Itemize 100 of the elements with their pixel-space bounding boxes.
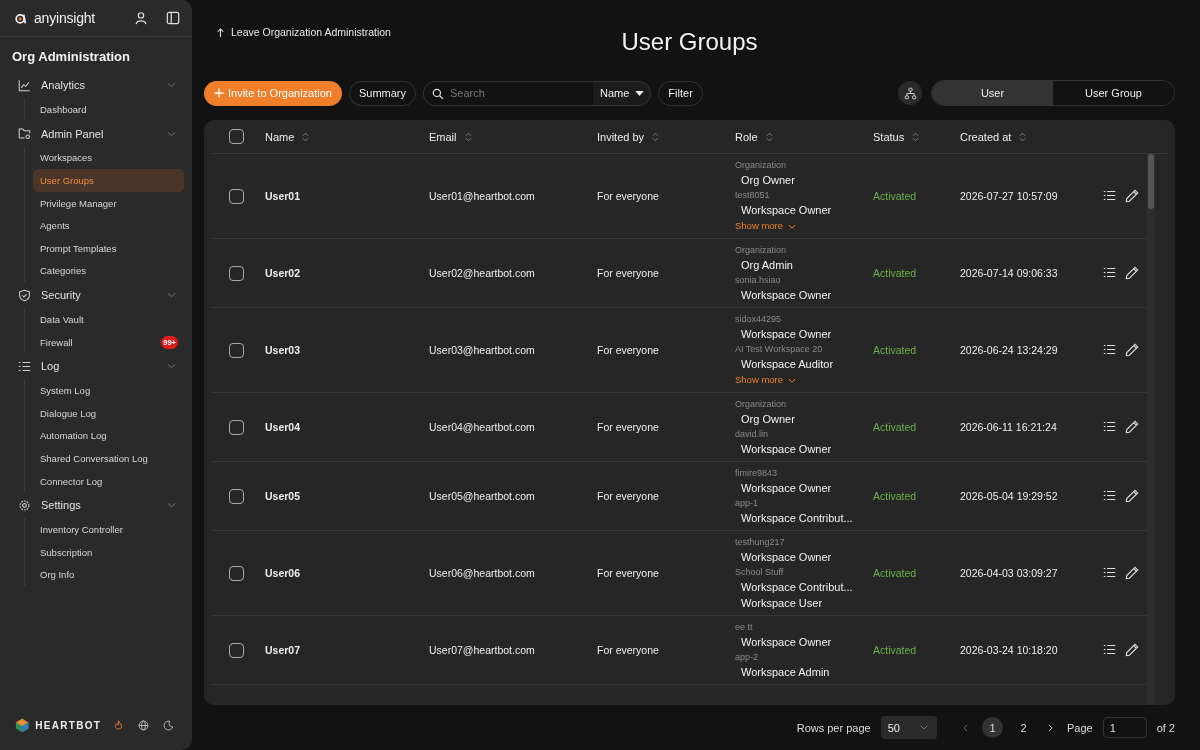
previous-page-icon[interactable] <box>962 723 968 732</box>
edit-icon[interactable] <box>1125 343 1139 357</box>
next-page-icon[interactable] <box>1047 723 1053 732</box>
sort-icon[interactable] <box>652 131 660 142</box>
details-list-icon[interactable] <box>1103 189 1116 202</box>
table-cell: User06@heartbot.com <box>429 567 535 579</box>
nav-item[interactable]: Workspaces <box>33 146 184 170</box>
edit-icon[interactable] <box>1125 420 1139 434</box>
status-text: Activated <box>873 267 917 279</box>
table-cell: 2026-04-03 03:09:27 <box>960 567 1058 579</box>
column-header[interactable]: Name <box>265 130 295 143</box>
nav-section[interactable]: Security <box>0 282 192 309</box>
role-name: Workspace Contribut... <box>740 580 853 595</box>
row-checkbox[interactable] <box>228 265 244 281</box>
sort-icon[interactable] <box>1019 131 1027 142</box>
show-more-link[interactable]: Show more <box>735 372 797 388</box>
sort-icon[interactable] <box>302 131 310 142</box>
role-name: Org Admin <box>740 258 793 273</box>
row-checkbox[interactable] <box>228 488 244 504</box>
sort-icon[interactable] <box>765 131 773 142</box>
nav-item[interactable]: Org Info <box>33 563 184 587</box>
row-checkbox[interactable] <box>228 342 244 358</box>
nav-item[interactable]: Data Vault <box>33 308 184 331</box>
nav-section[interactable]: Settings <box>0 492 192 519</box>
column-header[interactable]: Invited by <box>597 130 645 143</box>
nav-item[interactable]: System Log <box>33 379 184 402</box>
details-list-icon[interactable] <box>1103 489 1116 502</box>
nav-item[interactable]: User Groups <box>33 169 184 192</box>
nav-item[interactable]: Prompt Templates <box>33 236 184 260</box>
table-cell: User07 <box>265 644 301 656</box>
status-text: Activated <box>873 421 917 433</box>
user-icon[interactable] <box>134 11 148 25</box>
edit-icon[interactable] <box>1125 266 1139 280</box>
details-list-icon[interactable] <box>1103 343 1116 356</box>
nav-item[interactable]: Inventory Controller <box>33 518 184 541</box>
logo-icon <box>14 11 28 25</box>
page-input[interactable]: 1 <box>1102 717 1147 738</box>
table-cell: User02@heartbot.com <box>429 267 535 279</box>
sort-icon[interactable] <box>464 131 472 142</box>
nav-item[interactable]: Shared Conversation Log <box>33 447 184 470</box>
view-tab[interactable]: User <box>932 81 1053 105</box>
nav-item[interactable]: Subscription <box>33 540 184 564</box>
row-checkbox[interactable] <box>228 642 244 658</box>
row-checkbox[interactable] <box>228 419 244 435</box>
globe-icon[interactable] <box>138 719 150 732</box>
page-button[interactable]: 1 <box>981 717 1003 738</box>
status-text: Activated <box>873 567 917 579</box>
hierarchy-button[interactable] <box>898 81 922 105</box>
row-checkbox[interactable] <box>228 188 244 204</box>
role-scope: ee tt <box>735 621 753 634</box>
role-scope: Organization <box>735 398 787 411</box>
details-list-icon[interactable] <box>1103 643 1116 656</box>
table-cell: For everyone <box>597 190 659 202</box>
column-header[interactable]: Email <box>429 130 457 143</box>
edit-icon[interactable] <box>1125 566 1139 580</box>
role-scope: AI Test Workspace 20 <box>735 343 823 356</box>
table-cell: For everyone <box>597 490 659 502</box>
nav-item[interactable]: Dialogue Log <box>33 401 184 425</box>
edit-icon[interactable] <box>1125 489 1139 503</box>
details-list-icon[interactable] <box>1103 566 1116 579</box>
nav-item[interactable]: Categories <box>33 259 184 283</box>
nav-item[interactable]: Automation Log <box>33 424 184 448</box>
role-scope: app-2 <box>735 651 759 664</box>
row-checkbox[interactable] <box>228 565 244 581</box>
table-cell: For everyone <box>597 421 659 433</box>
back-link[interactable]: Leave Organization Administration <box>216 26 391 38</box>
edit-icon[interactable] <box>1125 189 1139 203</box>
filter-button[interactable]: Filter <box>658 80 703 106</box>
moon-icon[interactable] <box>163 719 174 732</box>
nav-section[interactable]: Admin Panel <box>0 120 192 147</box>
sort-icon[interactable] <box>912 131 920 142</box>
scrollbar[interactable] <box>1147 154 1155 705</box>
nav-section[interactable]: Log <box>0 353 192 380</box>
nav-item[interactable]: Dashboard <box>33 98 184 121</box>
role-scope: test8051 <box>735 189 770 202</box>
table-cell: For everyone <box>597 567 659 579</box>
details-list-icon[interactable] <box>1103 266 1116 279</box>
page-button[interactable]: 2 <box>1012 717 1034 738</box>
rows-per-page-dropdown[interactable]: 50 <box>880 716 937 739</box>
brand-name: anyinsight <box>34 10 96 26</box>
summary-button[interactable]: Summary <box>348 80 416 106</box>
column-header[interactable]: Role <box>735 130 758 143</box>
sidebar-toggle-icon[interactable] <box>166 11 180 25</box>
edit-icon[interactable] <box>1125 643 1139 657</box>
nav-item[interactable]: Connector Log <box>33 469 184 493</box>
select-all-checkbox[interactable] <box>228 129 244 144</box>
role-name: Workspace Owner <box>740 327 832 342</box>
nav-item[interactable]: Agents <box>33 214 184 237</box>
table-cell: User05 <box>265 490 301 502</box>
nav-item[interactable]: Privilege Manager <box>33 191 184 215</box>
table-cell: 2026-06-24 13:24:29 <box>960 344 1058 356</box>
nav-section[interactable]: Analytics <box>0 72 192 98</box>
show-more-link[interactable]: Show more <box>735 218 797 234</box>
flame-icon[interactable] <box>113 719 125 732</box>
column-header[interactable]: Created at <box>960 130 1012 143</box>
status-text: Activated <box>873 344 917 356</box>
list-icon <box>18 359 31 373</box>
details-list-icon[interactable] <box>1103 420 1116 433</box>
column-header[interactable]: Status <box>873 130 905 143</box>
role-name: Workspace Contribut... <box>740 511 853 526</box>
